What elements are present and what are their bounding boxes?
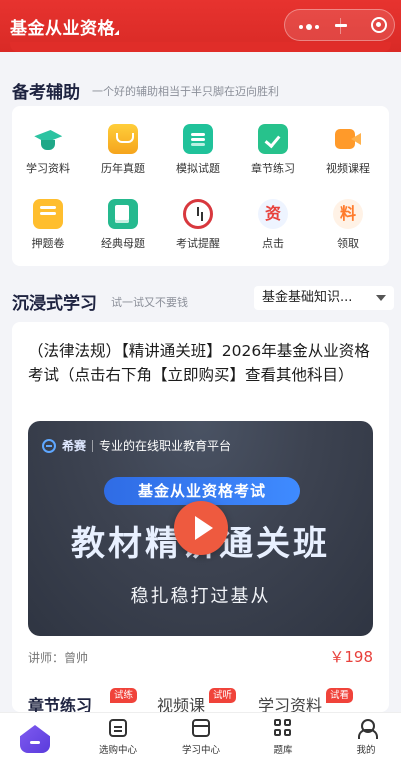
- grid-label: 押题卷: [31, 237, 65, 250]
- grid-label: 考试提醒: [176, 237, 220, 250]
- course-video-banner[interactable]: 希赛 专业的在线职业教育平台 基金从业资格考试 教材精讲通关班 稳扎稳打过基从: [28, 421, 373, 636]
- graduation-cap-icon: [33, 124, 63, 154]
- cart-icon: [109, 719, 127, 737]
- mock-test-icon: [183, 124, 213, 154]
- immersive-section-subtitle: 试一试又不要钱: [111, 296, 188, 309]
- tab-tag-trial-view: 试看: [326, 688, 354, 703]
- brand-logo-icon: [42, 438, 56, 453]
- course-price: ￥198: [329, 648, 373, 666]
- close-miniprogram-icon[interactable]: [371, 17, 387, 33]
- brand-tagline: 专业的在线职业教育平台: [99, 439, 232, 453]
- chevron-down-icon: [376, 295, 386, 301]
- play-icon[interactable]: [174, 501, 228, 555]
- nav-label: 选购中心: [98, 745, 137, 756]
- grid-label: 经典母题: [101, 237, 145, 250]
- course-tabs: 章节练习 试练 视频课 试听 学习资料 试看: [28, 688, 373, 712]
- grid-item-claim[interactable]: 料 领取: [312, 199, 384, 251]
- tab-tag-trial-practice: 试练: [110, 688, 138, 703]
- user-icon: [357, 719, 378, 739]
- grid-label: 模拟试题: [176, 162, 220, 175]
- grid-item-past-exams[interactable]: 历年真题: [87, 124, 159, 176]
- grid-item-video-courses[interactable]: 视频课程: [312, 124, 384, 176]
- aid-section-subtitle: 一个好的辅助相当于半只脚在迈向胜利: [92, 85, 279, 98]
- top-bar: 基金从业资格: [0, 0, 401, 52]
- grid-label: 领取: [337, 237, 359, 250]
- immersive-section-title: 沉浸式学习: [12, 294, 97, 314]
- classic-questions-icon: [108, 199, 138, 229]
- header-banner-edge: [10, 42, 391, 52]
- tab-tag-trial-listen: 试听: [209, 688, 237, 703]
- grid-item-exam-reminder[interactable]: 考试提醒: [162, 199, 234, 251]
- grid-item-prediction-paper[interactable]: 押题卷: [12, 199, 84, 251]
- home-icon[interactable]: [20, 725, 50, 753]
- grid-label: 视频课程: [326, 162, 370, 175]
- grid-label: 学习资料: [26, 162, 70, 175]
- test-paper-icon: [33, 199, 63, 229]
- nav-label: 学习中心: [181, 745, 220, 756]
- bottom-nav: 选购中心 学习中心 题库 我的: [0, 712, 401, 763]
- subject-dropdown-value: 基金基础知识...: [262, 290, 353, 305]
- nav-label: 题库: [273, 745, 293, 756]
- grid-label: 章节练习: [251, 162, 295, 175]
- grid-label: 历年真题: [101, 162, 145, 175]
- grid-item-mock-tests[interactable]: 模拟试题: [162, 124, 234, 176]
- nav-item-shop[interactable]: 选购中心: [78, 719, 158, 756]
- nav-item-mine[interactable]: 我的: [326, 719, 401, 756]
- banner-slogan: 稳扎稳打过基从: [130, 586, 271, 607]
- nav-label: 我的: [356, 745, 376, 756]
- alarm-clock-icon: [183, 199, 213, 229]
- more-icon[interactable]: [299, 24, 319, 30]
- grid-icon: [274, 719, 292, 737]
- teacher-name: 讲师：曾帅: [28, 651, 89, 665]
- nav-item-study-center[interactable]: 学习中心: [161, 719, 241, 756]
- grid-item-study-materials[interactable]: 学习资料: [12, 124, 84, 176]
- minimize-icon[interactable]: [335, 24, 347, 27]
- video-camera-icon: [333, 124, 363, 154]
- liao-glyph-icon: 料: [333, 199, 363, 229]
- tab-chapter-practice[interactable]: 章节练习: [28, 692, 92, 712]
- tab-video-course[interactable]: 视频课: [157, 692, 205, 712]
- aid-grid: 学习资料 历年真题 模拟试题 章节练习 视频课程 押题卷 经典母题 考试提醒 资…: [12, 106, 389, 266]
- nav-item-question-bank[interactable]: 题库: [243, 719, 323, 756]
- mini-program-capsule: [284, 9, 395, 41]
- book-icon: [108, 124, 138, 154]
- zi-glyph-icon: 资: [258, 199, 288, 229]
- grid-item-chapter-practice[interactable]: 章节练习: [237, 124, 309, 176]
- aid-section-title: 备考辅助: [12, 83, 80, 103]
- subject-dropdown[interactable]: 基金基础知识...: [254, 286, 394, 310]
- grid-item-classic-questions[interactable]: 经典母题: [87, 199, 159, 251]
- course-card[interactable]: （法律法规）【精讲通关班】2026年基金从业资格考试（点击右下角【立即购买】查看…: [12, 322, 389, 712]
- grid-label: 点击: [262, 237, 284, 250]
- tab-study-materials[interactable]: 学习资料: [258, 692, 322, 712]
- brand-divider: [92, 439, 94, 452]
- study-card-icon: [192, 719, 210, 737]
- grid-item-click[interactable]: 资 点击: [237, 199, 309, 251]
- title-switch-icon[interactable]: [114, 30, 119, 35]
- brand-name: 希赛: [62, 439, 87, 453]
- chapter-check-icon: [258, 124, 288, 154]
- banner-brand-row: 希赛 专业的在线职业教育平台: [42, 437, 231, 454]
- course-title[interactable]: （法律法规）【精讲通关班】2026年基金从业资格考试（点击右下角【立即购买】查看…: [28, 339, 378, 387]
- app-title[interactable]: 基金从业资格: [10, 14, 115, 39]
